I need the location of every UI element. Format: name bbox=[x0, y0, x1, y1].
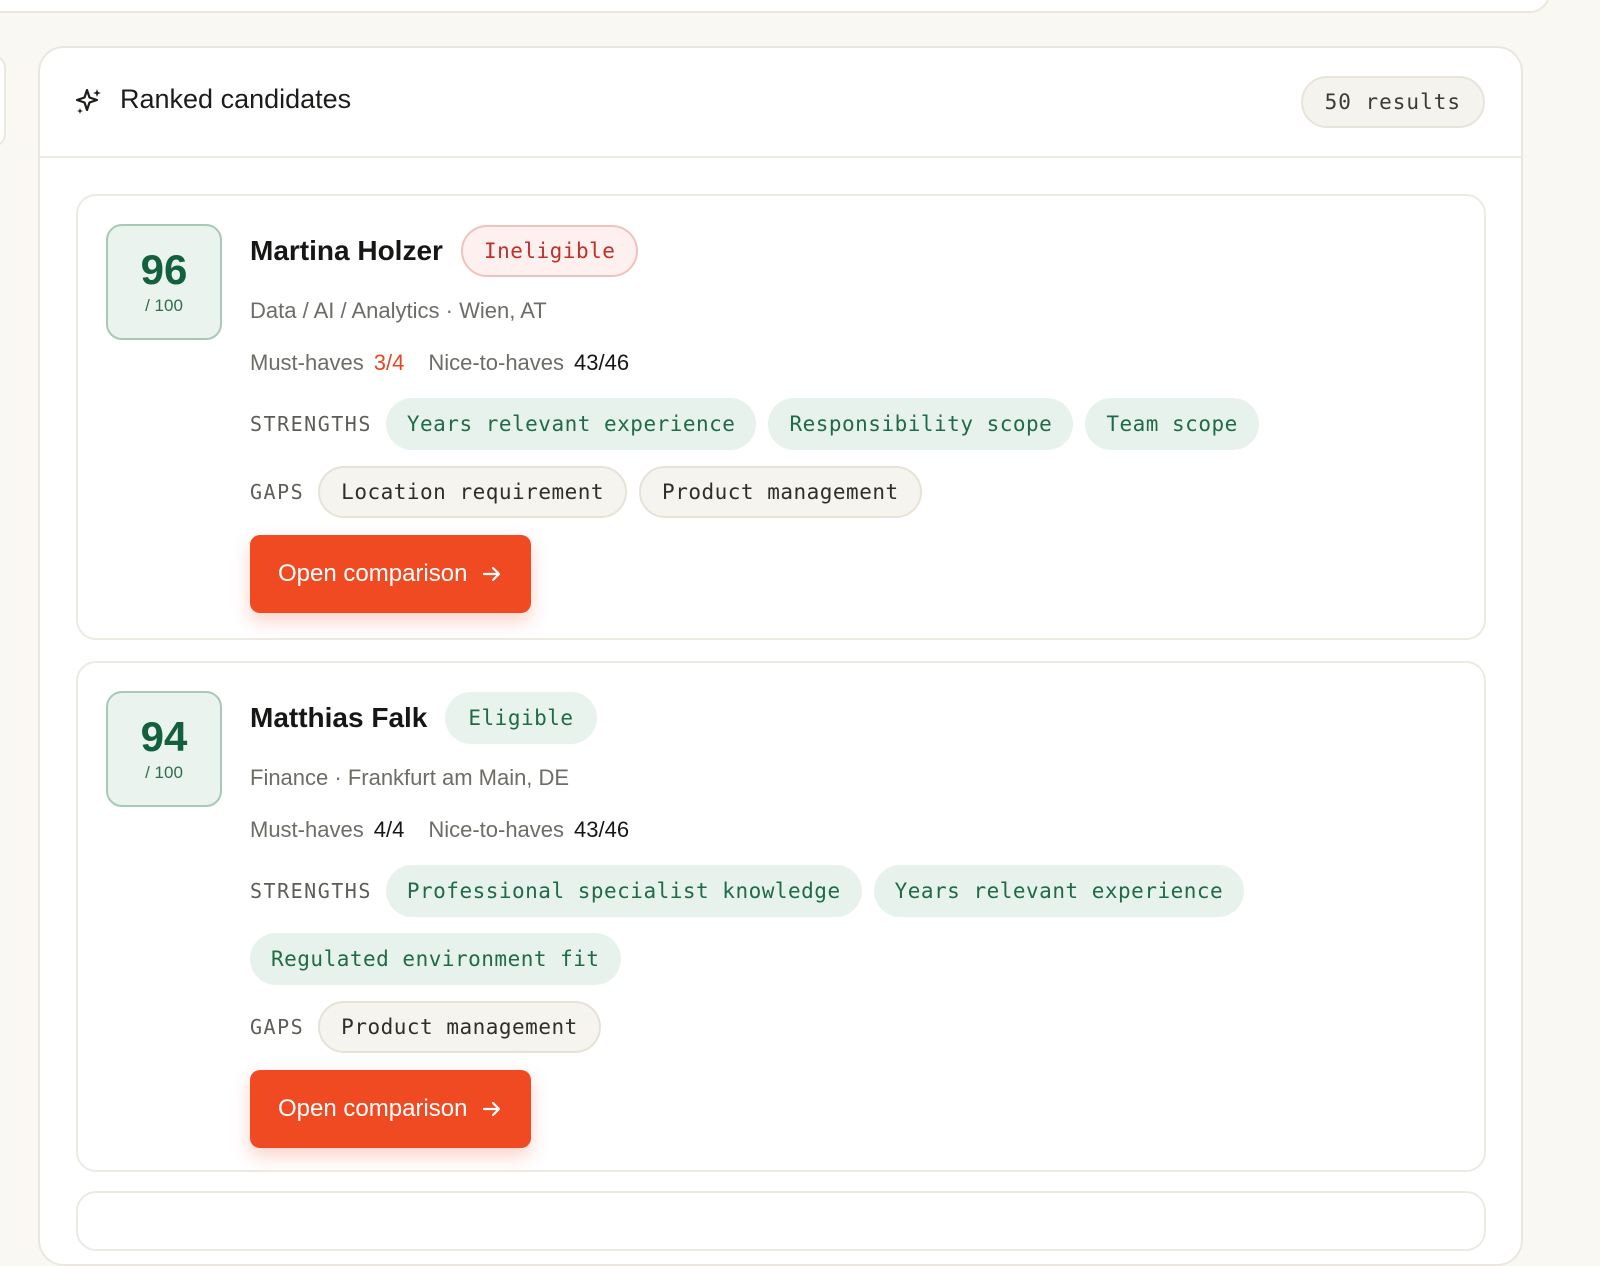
candidate-meta: Data / AI / Analytics · Wien, AT bbox=[250, 298, 547, 323]
panel-title: Ranked candidates bbox=[120, 84, 352, 114]
name-row: Matthias Falk Eligible bbox=[250, 691, 1454, 745]
gaps-label: GAPS bbox=[250, 480, 305, 504]
strengths-row: STRENGTHS Professional specialist knowle… bbox=[250, 865, 1310, 985]
panel-header: Ranked candidates 50 results bbox=[40, 48, 1521, 158]
strength-chip: Responsibility scope bbox=[768, 398, 1074, 450]
score-max: / 100 bbox=[145, 296, 183, 315]
strengths-label: STRENGTHS bbox=[250, 879, 372, 903]
status-badge: Eligible bbox=[445, 692, 597, 744]
requirement-counts: Must-haves 3/4 Nice-to-haves 43/46 bbox=[250, 350, 1454, 376]
nice-to-haves-value: 43/46 bbox=[574, 817, 630, 842]
candidate-card: 94 / 100 Matthias Falk Eligible Finance … bbox=[76, 661, 1486, 1172]
gaps-row: GAPS Product management bbox=[250, 1001, 1454, 1053]
strength-chip: Regulated environment fit bbox=[250, 933, 621, 985]
strengths-label: STRENGTHS bbox=[250, 412, 372, 436]
must-haves-value: 3/4 bbox=[373, 350, 405, 375]
open-comparison-button[interactable]: Open comparison bbox=[250, 535, 532, 613]
must-haves-value: 4/4 bbox=[373, 817, 405, 842]
score-value: 96 bbox=[140, 246, 188, 293]
strengths-row: STRENGTHS Years relevant experience Resp… bbox=[250, 398, 1454, 450]
open-comparison-label: Open comparison bbox=[278, 560, 468, 587]
score-box: 94 / 100 bbox=[106, 691, 222, 807]
candidate-name[interactable]: Matthias Falk bbox=[250, 702, 427, 734]
arrow-right-icon bbox=[483, 566, 501, 582]
nice-to-haves-value: 43/46 bbox=[574, 350, 630, 375]
candidate-details: Martina Holzer Ineligible Data / AI / An… bbox=[250, 224, 1454, 613]
status-badge: Ineligible bbox=[460, 225, 639, 277]
score-max: / 100 bbox=[145, 763, 183, 782]
score-box: 96 / 100 bbox=[106, 224, 222, 340]
strength-chip: Team scope bbox=[1085, 398, 1259, 450]
open-comparison-button[interactable]: Open comparison bbox=[250, 1070, 532, 1148]
candidate-details: Matthias Falk Eligible Finance · Frankfu… bbox=[250, 691, 1454, 1148]
ranked-candidates-panel: Ranked candidates 50 results 96 / 100 Ma… bbox=[38, 46, 1523, 1266]
results-count-badge: 50 results bbox=[1300, 76, 1485, 128]
candidate-card: 96 / 100 Martina Holzer Ineligible Data … bbox=[76, 194, 1486, 640]
must-haves-label: Must-haves bbox=[250, 350, 364, 375]
strength-chip: Years relevant experience bbox=[873, 865, 1245, 917]
gap-chip: Product management bbox=[318, 1001, 601, 1053]
requirement-counts: Must-haves 4/4 Nice-to-haves 43/46 bbox=[250, 817, 1454, 843]
candidate-card-next bbox=[76, 1191, 1486, 1251]
strength-chip: Professional specialist knowledge bbox=[385, 865, 862, 917]
left-panel-edge bbox=[0, 55, 6, 147]
gaps-row: GAPS Location requirement Product manage… bbox=[250, 466, 1454, 518]
score-value: 94 bbox=[140, 713, 188, 760]
gap-chip: Location requirement bbox=[318, 466, 628, 518]
nice-to-haves-label: Nice-to-haves bbox=[428, 817, 565, 842]
candidate-meta: Finance · Frankfurt am Main, DE bbox=[250, 765, 570, 790]
strength-chip: Years relevant experience bbox=[385, 398, 757, 450]
nice-to-haves-label: Nice-to-haves bbox=[428, 350, 565, 375]
open-comparison-label: Open comparison bbox=[278, 1095, 468, 1122]
arrow-right-icon bbox=[483, 1101, 501, 1117]
name-row: Martina Holzer Ineligible bbox=[250, 224, 1454, 278]
sparkle-icon bbox=[75, 88, 101, 114]
top-panel bbox=[0, 0, 1550, 13]
gap-chip: Product management bbox=[639, 466, 922, 518]
gaps-label: GAPS bbox=[250, 1015, 305, 1039]
candidate-name[interactable]: Martina Holzer bbox=[250, 235, 443, 267]
must-haves-label: Must-haves bbox=[250, 817, 364, 842]
